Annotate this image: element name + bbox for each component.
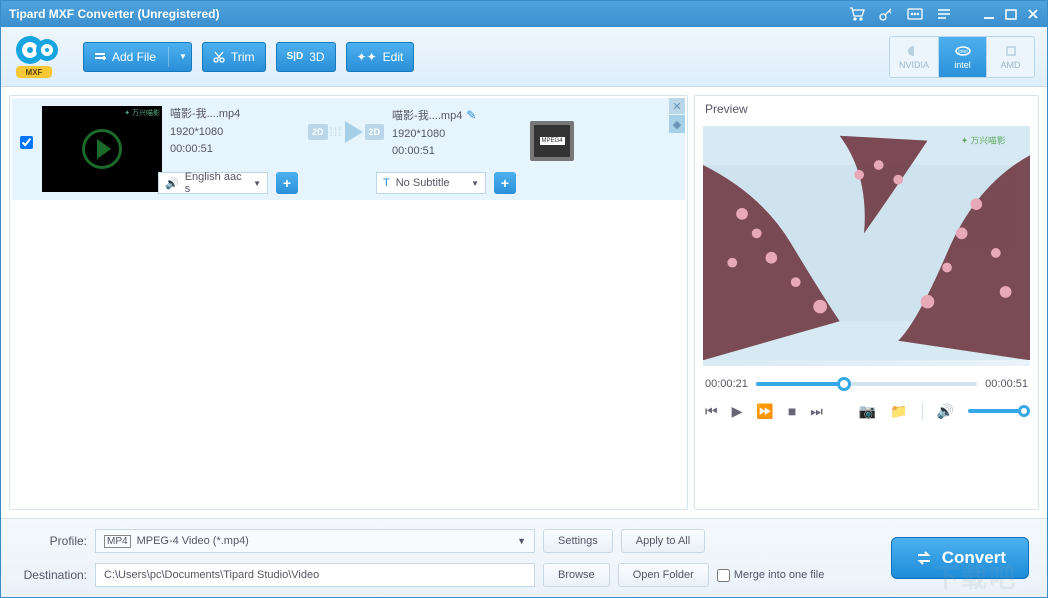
- chevron-down-icon: ▼: [253, 179, 261, 188]
- add-file-button[interactable]: Add File ▼: [83, 42, 192, 72]
- source-duration: 00:00:51: [170, 141, 300, 159]
- browse-button[interactable]: Browse: [543, 563, 610, 587]
- output-info: 喵影-我....mp4 ✎ 1920*1080 00:00:51: [392, 106, 522, 161]
- snapshot-button[interactable]: 📷: [859, 403, 876, 420]
- rename-pencil-icon[interactable]: ✎: [466, 108, 476, 122]
- seek-track[interactable]: [756, 382, 977, 386]
- edit-button[interactable]: ✦✦ Edit: [346, 42, 415, 72]
- settings-button[interactable]: Settings: [543, 529, 613, 553]
- titlebar-actions: [849, 7, 1039, 21]
- file-checkbox-wrap: [20, 106, 34, 149]
- 3d-button[interactable]: S|D 3D: [276, 42, 336, 72]
- open-folder-button[interactable]: Open Folder: [618, 563, 709, 587]
- source-filename: 喵影-我....mp4: [170, 106, 300, 124]
- mpeg-icon: MP4: [104, 535, 131, 548]
- apply-to-all-button[interactable]: Apply to All: [621, 529, 705, 553]
- file-checkbox[interactable]: [20, 136, 33, 149]
- gpu-acceleration-group: NVIDIA intel intel AMD: [889, 36, 1035, 78]
- profile-select[interactable]: MP4 MPEG-4 Video (*.mp4) ▼: [95, 529, 535, 553]
- stop-button[interactable]: ■: [788, 403, 796, 419]
- total-time: 00:00:51: [985, 378, 1028, 390]
- playback-scrubber: 00:00:21 00:00:51: [695, 370, 1038, 398]
- merge-checkbox[interactable]: [717, 569, 730, 582]
- audio-track-select[interactable]: 🔊 English aac s ▼: [158, 172, 268, 194]
- bottom-bar: Profile: MP4 MPEG-4 Video (*.mp4) ▼ Sett…: [1, 518, 1047, 597]
- feedback-icon[interactable]: [907, 8, 923, 21]
- svg-text:✦ 万兴喵影: ✦ 万兴喵影: [961, 136, 1006, 146]
- svg-text:MXF: MXF: [26, 68, 43, 77]
- source-resolution: 1920*1080: [170, 124, 300, 142]
- play-overlay-icon: [82, 129, 122, 169]
- output-filename: 喵影-我....mp4: [392, 110, 462, 122]
- output-resolution: 1920*1080: [392, 126, 522, 144]
- svg-text:intel: intel: [958, 49, 967, 55]
- menu-icon[interactable]: [937, 8, 951, 20]
- add-subtitle-button[interactable]: +: [494, 172, 516, 194]
- seek-thumb[interactable]: [837, 377, 851, 391]
- file-item[interactable]: ✦ 万兴喵影 喵影-我....mp4 1920*1080 00:00:51 2D…: [12, 98, 685, 200]
- play-button[interactable]: ▶: [732, 403, 743, 420]
- merge-checkbox-label[interactable]: Merge into one file: [717, 569, 825, 582]
- volume-slider[interactable]: [968, 409, 1028, 413]
- speaker-icon: 🔊: [165, 177, 179, 190]
- maximize-icon[interactable]: [1005, 8, 1017, 20]
- fast-forward-button[interactable]: ⏩: [756, 403, 773, 420]
- preview-title: Preview: [695, 96, 1038, 122]
- chevron-down-icon: ▼: [517, 536, 526, 546]
- preview-viewport[interactable]: ✦ 万兴喵影: [703, 126, 1030, 366]
- minimize-icon[interactable]: [983, 8, 995, 20]
- key-icon[interactable]: [879, 7, 893, 21]
- subtitle-select[interactable]: T No Subtitle ▼: [376, 172, 486, 194]
- thumb-watermark: ✦ 万兴喵影: [124, 108, 160, 118]
- app-title: Tipard MXF Converter (Unregistered): [9, 7, 219, 21]
- trim-button[interactable]: Trim: [202, 42, 266, 72]
- row-controls: ✕ ◆: [669, 98, 685, 133]
- chevron-down-icon[interactable]: ▼: [179, 52, 187, 61]
- convert-button[interactable]: Convert: [891, 537, 1029, 579]
- main-area: ✦ 万兴喵影 喵影-我....mp4 1920*1080 00:00:51 2D…: [1, 87, 1047, 518]
- gpu-amd-button[interactable]: AMD: [986, 37, 1034, 77]
- subtitle-icon: T: [383, 177, 390, 189]
- source-info: 喵影-我....mp4 1920*1080 00:00:51: [170, 106, 300, 159]
- output-duration: 00:00:51: [392, 143, 522, 161]
- target-2d-badge: 2D: [365, 124, 385, 140]
- row-expand-button[interactable]: ◆: [669, 115, 685, 133]
- gpu-nvidia-button[interactable]: NVIDIA: [890, 37, 938, 77]
- row-remove-button[interactable]: ✕: [669, 98, 685, 114]
- add-audio-button[interactable]: +: [276, 172, 298, 194]
- prev-button[interactable]: ⏮: [705, 403, 718, 420]
- chevron-down-icon: ▼: [471, 179, 479, 188]
- playback-controls: ⏮ ▶ ⏩ ■ ⏭ 📷 📁 🔊: [695, 398, 1038, 430]
- close-icon[interactable]: [1027, 8, 1039, 20]
- preview-panel: Preview ✦ 万兴喵影: [694, 95, 1039, 510]
- source-2d-badge: 2D: [308, 124, 328, 140]
- destination-label: Destination:: [17, 568, 87, 582]
- destination-input[interactable]: [95, 563, 535, 587]
- open-snapshot-folder-button[interactable]: 📁: [890, 403, 907, 420]
- gpu-intel-button[interactable]: intel intel: [938, 37, 986, 77]
- next-button[interactable]: ⏭: [810, 403, 823, 420]
- toolbar: MXF Add File ▼ Trim S|D 3D ✦✦ Edit NVIDI…: [1, 27, 1047, 87]
- title-bar: Tipard MXF Converter (Unregistered): [1, 1, 1047, 27]
- arrow-right-icon: [345, 121, 363, 143]
- profile-label: Profile:: [17, 534, 87, 548]
- volume-icon[interactable]: 🔊: [937, 403, 954, 420]
- file-list-panel: ✦ 万兴喵影 喵影-我....mp4 1920*1080 00:00:51 2D…: [9, 95, 688, 510]
- app-logo: MXF: [13, 33, 63, 81]
- current-time: 00:00:21: [705, 378, 748, 390]
- conversion-arrow: 2D ⁞⁞⁞ 2D: [308, 106, 384, 143]
- output-format-icon[interactable]: MPEG4: [530, 121, 574, 161]
- source-thumbnail[interactable]: ✦ 万兴喵影: [42, 106, 162, 192]
- cart-icon[interactable]: [849, 7, 865, 21]
